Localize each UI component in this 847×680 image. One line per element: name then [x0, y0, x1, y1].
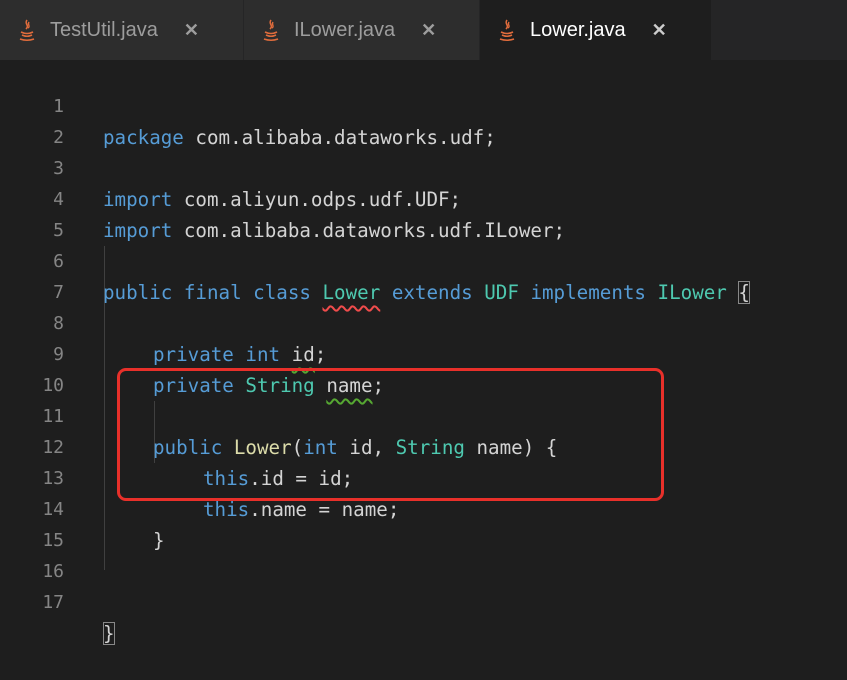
- code-line: 1 package com.alibaba.dataworks.udf;: [0, 60, 847, 149]
- java-file-icon: [18, 18, 36, 42]
- tab-testutil-java[interactable]: TestUtil.java ✕: [0, 0, 244, 60]
- editor-tab-bar: TestUtil.java ✕ ILower.java ✕ Lower.java…: [0, 0, 847, 60]
- close-icon[interactable]: ✕: [652, 20, 667, 41]
- code-line: 4 import com.alibaba.dataworks.udf.ILowe…: [0, 153, 847, 242]
- code-line: 6 public final class Lower extends UDF i…: [0, 215, 847, 304]
- code-line: 8 private int id;: [0, 277, 847, 366]
- code-line: 5: [0, 184, 847, 241]
- code-editor[interactable]: 1 package com.alibaba.dataworks.udf; 2 3…: [0, 60, 847, 645]
- code-line: 10: [0, 339, 847, 396]
- tab-ilower-java[interactable]: ILower.java ✕: [244, 0, 480, 60]
- tab-label: Lower.java: [530, 18, 626, 41]
- line-number: 17: [42, 592, 64, 613]
- close-icon[interactable]: ✕: [421, 20, 436, 41]
- highlight-box: [117, 368, 664, 501]
- code-line: 16: [0, 525, 847, 582]
- code-line: 9 private String name;: [0, 308, 847, 397]
- code-line: 17 }: [0, 556, 847, 645]
- tab-lower-java[interactable]: Lower.java ✕: [480, 0, 712, 60]
- close-icon[interactable]: ✕: [184, 20, 199, 41]
- java-file-icon: [262, 18, 280, 42]
- code-line: 2: [0, 91, 847, 148]
- tab-label: ILower.java: [294, 18, 396, 41]
- code-line: 3 import com.aliyun.odps.udf.UDF;: [0, 122, 847, 211]
- matching-brace: }: [103, 622, 115, 645]
- code-line: 7: [0, 246, 847, 303]
- java-file-icon: [498, 18, 516, 42]
- tab-label: TestUtil.java: [50, 18, 158, 41]
